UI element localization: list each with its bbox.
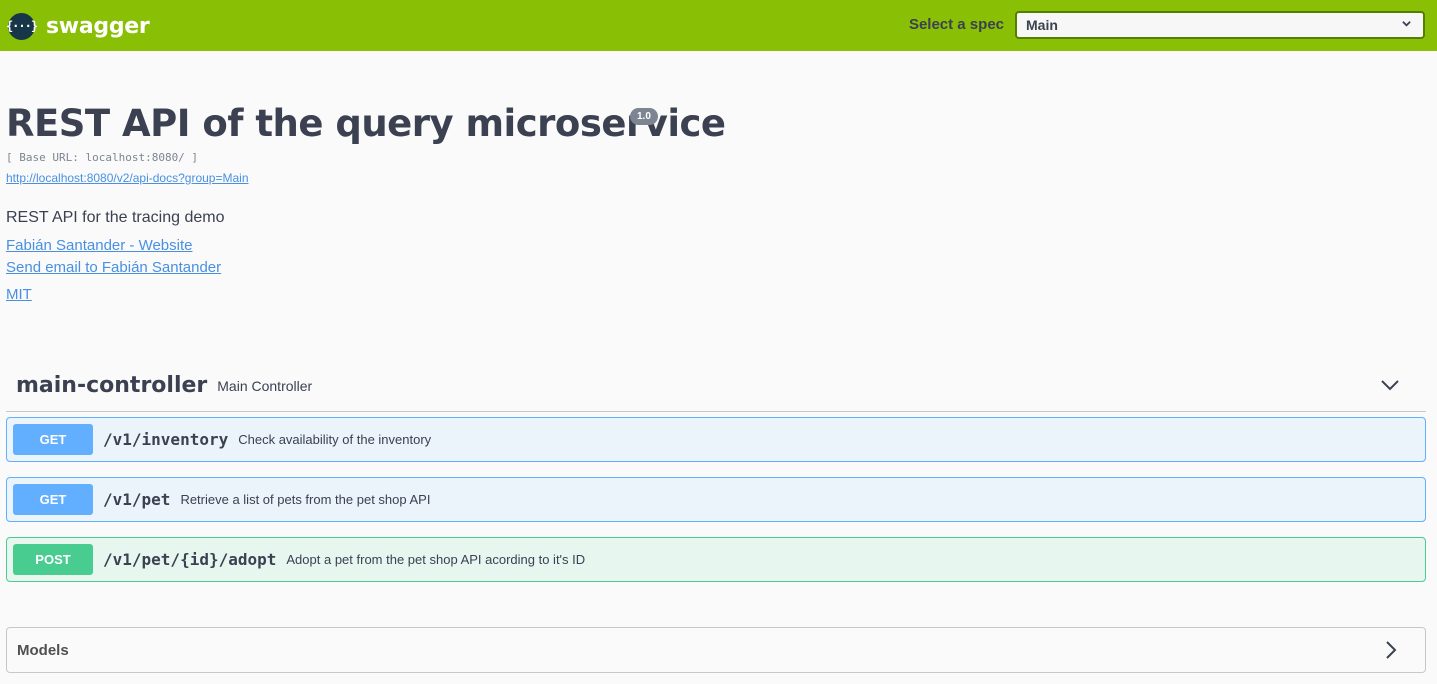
select-spec-label: Select a spec [908,16,1004,33]
swagger-logo-text: swagger [46,13,150,39]
method-badge: GET [13,424,93,455]
contact-website-link[interactable]: Fabián Santander - Website [6,237,193,254]
operation-get-pet[interactable]: GET /v1/pet Retrieve a list of pets from… [6,477,1426,522]
contact-email-link[interactable]: Send email to Fabián Santander [6,259,221,276]
chevron-down-icon [1402,21,1411,27]
operation-post-adopt[interactable]: POST /v1/pet/{id}/adopt Adopt a pet from… [6,537,1426,582]
operation-summary: Check availability of the inventory [238,432,432,447]
models-title: Models [17,641,69,659]
method-badge: POST [13,544,93,575]
swagger-logo-icon: {···} [6,12,38,40]
spec-select[interactable]: Main [1015,11,1425,39]
version-badge: 1.0 [630,108,658,125]
api-description: REST API for the tracing demo [6,209,225,226]
api-title: REST API of the query microservice [6,102,726,145]
api-docs-link[interactable]: http://localhost:8080/v2/api-docs?group=… [6,171,249,185]
tag-name: main-controller [16,373,208,398]
topbar: {···} swagger Select a spec Main [0,0,1437,51]
operation-path: /v1/inventory [103,430,229,449]
tag-description: Main Controller [217,377,313,394]
license-link[interactable]: MIT [6,286,32,303]
spec-select-value: Main [1026,17,1058,33]
models-section[interactable]: Models [6,627,1426,673]
operation-summary: Retrieve a list of pets from the pet sho… [180,492,431,507]
operation-get-inventory[interactable]: GET /v1/inventory Check availability of … [6,417,1426,462]
method-badge: GET [13,484,93,515]
swagger-logo[interactable]: {···} swagger [6,12,150,40]
base-url: [ Base URL: localhost:8080/ ] [6,151,199,164]
operation-summary: Adopt a pet from the pet shop API acordi… [286,552,586,567]
operation-path: /v1/pet/{id}/adopt [103,550,277,569]
chevron-down-icon[interactable] [1380,375,1400,395]
operation-path: /v1/pet [103,490,171,509]
chevron-right-icon[interactable] [1381,640,1401,660]
tag-header-main-controller[interactable]: main-controller Main Controller [6,360,1426,412]
